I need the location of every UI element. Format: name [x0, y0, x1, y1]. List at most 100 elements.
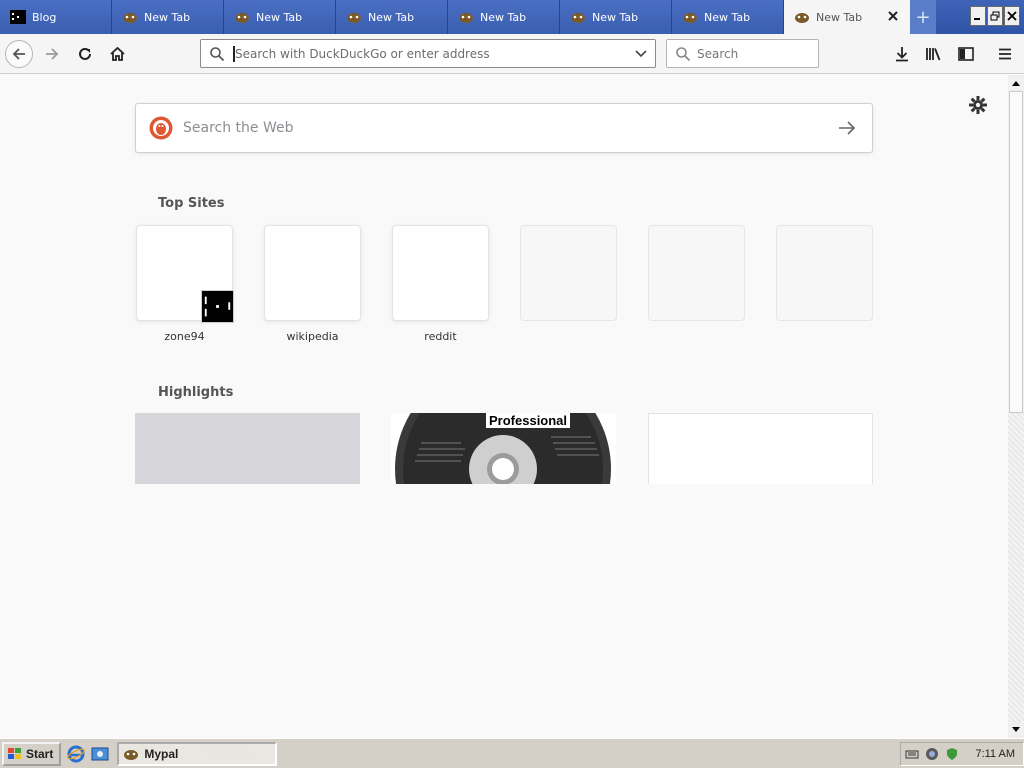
minimize-button[interactable]: [970, 6, 986, 26]
hamburger-menu-icon: [999, 48, 1011, 60]
tab-new-tab[interactable]: New Tab: [224, 0, 336, 34]
gear-icon: [969, 96, 987, 114]
chevron-down-icon: [635, 49, 647, 57]
arrow-right-icon: [839, 121, 856, 135]
search-input[interactable]: [697, 46, 807, 61]
highlight-image-text: Professional: [486, 413, 571, 428]
tab-title: New Tab: [816, 10, 863, 24]
tab-strip: Blog New Tab New Tab New Tab New Tab New…: [0, 0, 1024, 34]
search-submit-button[interactable]: [832, 113, 862, 143]
reload-button[interactable]: [71, 40, 99, 68]
scroll-down-button[interactable]: [1008, 722, 1024, 738]
top-site-zone94[interactable]: zone94: [136, 225, 234, 343]
search-icon: [676, 46, 691, 61]
download-icon: [896, 47, 908, 62]
top-site-reddit[interactable]: reddit: [392, 225, 489, 343]
tab-title: Blog: [32, 10, 57, 24]
downloads-button[interactable]: [890, 42, 914, 66]
back-button[interactable]: [5, 40, 33, 68]
tab-title: New Tab: [144, 10, 191, 24]
start-label: Start: [26, 746, 54, 761]
scrollbar-track[interactable]: [1008, 413, 1024, 722]
top-site-empty[interactable]: [648, 225, 745, 330]
tab-blog[interactable]: Blog: [0, 0, 112, 34]
security-shield-icon[interactable]: [945, 747, 959, 761]
mypal-icon: [571, 13, 585, 23]
close-tab-icon[interactable]: [886, 9, 900, 23]
search-bar[interactable]: [666, 39, 819, 68]
site-label: wikipedia: [286, 330, 339, 343]
home-button[interactable]: [103, 40, 131, 68]
address-bar[interactable]: [200, 39, 656, 68]
window-controls: [970, 0, 1024, 34]
close-window-button[interactable]: [1004, 6, 1020, 26]
tab-active[interactable]: New Tab: [784, 0, 910, 34]
start-button[interactable]: Start: [2, 741, 62, 766]
reload-icon: [79, 47, 91, 60]
internet-explorer-icon[interactable]: [67, 745, 86, 763]
web-search-box[interactable]: [135, 103, 873, 153]
scroll-down-icon: [1012, 727, 1020, 732]
new-tab-button[interactable]: +: [910, 0, 936, 34]
vertical-scrollbar[interactable]: [1008, 75, 1024, 738]
empty-site-tile: [648, 225, 745, 321]
tab-new-tab[interactable]: New Tab: [448, 0, 560, 34]
taskbar: Start Mypal 7:11 AM: [0, 738, 1024, 768]
network-icon[interactable]: [925, 747, 939, 761]
address-input[interactable]: [235, 43, 627, 64]
tab-new-tab[interactable]: New Tab: [672, 0, 784, 34]
tab-new-tab[interactable]: New Tab: [560, 0, 672, 34]
site-tile: [392, 225, 489, 321]
web-search-input[interactable]: [183, 116, 832, 140]
highlight-card[interactable]: Professional: [391, 413, 616, 484]
tab-title: New Tab: [256, 10, 303, 24]
empty-site-tile: [776, 225, 873, 321]
scroll-up-button[interactable]: [1008, 75, 1024, 91]
sidebar-icon: [958, 47, 974, 61]
top-sites-heading: Top Sites: [158, 196, 225, 211]
mypal-icon: [459, 13, 473, 23]
top-site-empty[interactable]: [520, 225, 617, 330]
task-label: Mypal: [144, 746, 179, 761]
clock[interactable]: 7:11 AM: [975, 748, 1015, 760]
mypal-icon: [683, 13, 697, 23]
zone94-favicon-icon: [201, 290, 234, 323]
menu-button[interactable]: [993, 42, 1017, 66]
customize-button[interactable]: [968, 95, 988, 115]
forward-arrow-icon: [46, 48, 59, 60]
empty-site-tile: [520, 225, 617, 321]
mypal-icon: [235, 13, 249, 23]
highlight-card[interactable]: [648, 413, 873, 484]
scroll-up-icon: [1012, 81, 1020, 86]
tab-new-tab[interactable]: New Tab: [112, 0, 224, 34]
search-icon: [210, 46, 225, 61]
home-icon: [109, 46, 125, 61]
library-icon: [926, 48, 941, 61]
keyboard-icon[interactable]: [905, 747, 919, 761]
mypal-icon: [124, 749, 139, 760]
taskbar-button-mypal[interactable]: Mypal: [117, 741, 278, 766]
address-dropdown-button[interactable]: [627, 40, 655, 67]
mypal-icon: [123, 13, 137, 23]
close-icon: [1007, 11, 1017, 21]
top-site-empty[interactable]: [776, 225, 873, 330]
highlight-card[interactable]: [135, 413, 360, 484]
back-arrow-icon: [12, 48, 25, 60]
restore-button[interactable]: [987, 6, 1003, 26]
site-label: zone94: [164, 330, 205, 343]
minimize-icon: [974, 18, 980, 20]
show-desktop-icon[interactable]: [91, 745, 109, 763]
tab-title: New Tab: [592, 10, 639, 24]
site-tile: [136, 225, 234, 323]
tab-title: New Tab: [480, 10, 527, 24]
library-button[interactable]: [922, 42, 946, 66]
scrollbar-thumb[interactable]: [1009, 91, 1023, 413]
mypal-icon: [795, 13, 809, 23]
forward-button[interactable]: [38, 40, 66, 68]
highlights-heading: Highlights: [158, 385, 234, 400]
top-site-wikipedia[interactable]: wikipedia: [264, 225, 361, 343]
mypal-icon: [347, 13, 361, 23]
sidebar-button[interactable]: [954, 42, 978, 66]
windows-flag-icon: [8, 747, 21, 759]
tab-new-tab[interactable]: New Tab: [336, 0, 448, 34]
